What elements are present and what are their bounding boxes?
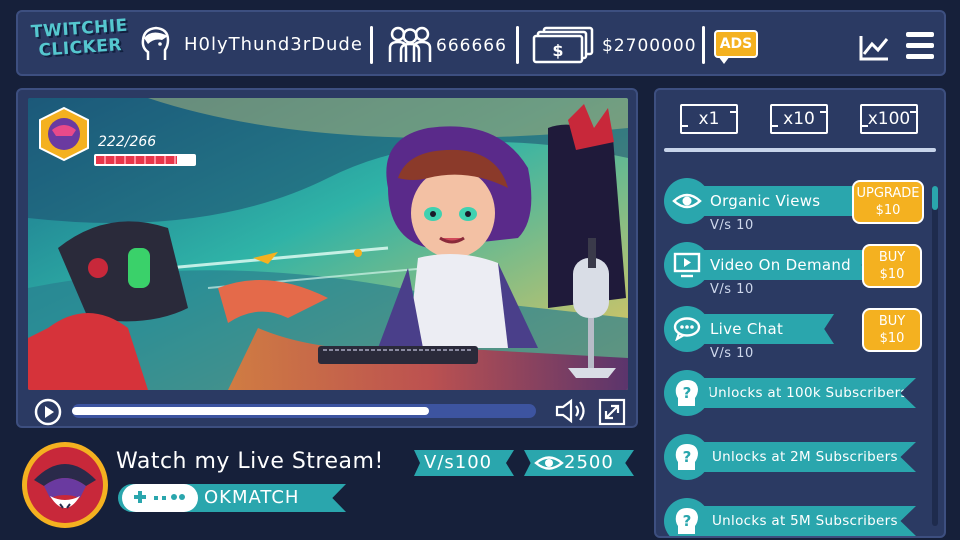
streamer-mini-avatar bbox=[39, 106, 89, 162]
video-progress-bar[interactable] bbox=[72, 404, 536, 418]
locked-upgrade-item: Unlocks at 2M Subscribers ? bbox=[664, 434, 926, 494]
top-bar: TWITCHIE CLICKER H0lyThund3rDude 666666 … bbox=[16, 10, 946, 76]
username: H0lyThund3rDude bbox=[184, 34, 363, 55]
game-logo: TWITCHIE CLICKER bbox=[30, 16, 129, 72]
menu-icon[interactable] bbox=[906, 32, 934, 62]
button-label: UPGRADE bbox=[856, 186, 920, 201]
menu-line bbox=[906, 54, 934, 59]
menu-line bbox=[906, 32, 934, 37]
video-panel: 222/266 bbox=[16, 88, 638, 428]
chat-icon bbox=[673, 317, 701, 341]
subscribers-icon bbox=[388, 26, 432, 62]
upgrade-item-organic-views: Organic Views V/s 10 UPGRADE $10 bbox=[664, 178, 926, 238]
upgrade-name: Video On Demand bbox=[694, 250, 874, 280]
eye-icon bbox=[534, 456, 564, 470]
upgrade-item-video-on-demand: Video On Demand V/s 10 BUY $10 bbox=[664, 242, 926, 302]
locked-upgrade-item: Unlocks at 100k Subscribers ? bbox=[664, 370, 926, 430]
play-icon[interactable] bbox=[34, 398, 62, 426]
unlock-requirement: Unlocks at 2M Subscribers bbox=[694, 442, 916, 472]
video-progress-fill bbox=[72, 407, 430, 415]
button-label: BUY bbox=[878, 250, 906, 265]
locked-upgrade-item: Unlocks at 5M Subscribers ? bbox=[664, 498, 926, 536]
stream-title: Watch my Live Stream! bbox=[116, 449, 384, 474]
video-screen[interactable]: 222/266 bbox=[28, 98, 628, 390]
upgrade-panel: x1 x10 x100 Organic Views V/s 10 UPGRADE… bbox=[654, 88, 946, 538]
ads-bubble-tail bbox=[718, 56, 730, 64]
buy-button-live-chat[interactable]: BUY $10 bbox=[862, 308, 922, 352]
buy-button-video-on-demand[interactable]: BUY $10 bbox=[862, 244, 922, 288]
video-icon bbox=[673, 252, 701, 278]
menu-line bbox=[906, 43, 934, 48]
button-price: $10 bbox=[879, 331, 905, 346]
lock-question-icon: ? bbox=[675, 508, 698, 534]
fullscreen-icon[interactable] bbox=[598, 398, 626, 426]
upgrade-item-live-chat: Live Chat V/s 10 BUY $10 bbox=[664, 306, 926, 366]
upgrade-list-scrollbar[interactable] bbox=[932, 186, 938, 526]
game-name: OKMATCH bbox=[204, 487, 300, 508]
divider bbox=[664, 148, 936, 152]
button-price: $10 bbox=[879, 267, 905, 282]
hp-bar-fill bbox=[96, 156, 178, 164]
separator bbox=[516, 26, 519, 64]
lock-question-icon: ? bbox=[675, 380, 698, 406]
multiplier-x1-button[interactable]: x1 bbox=[680, 104, 738, 134]
scrollbar-thumb[interactable] bbox=[932, 186, 938, 210]
unlock-requirement: Unlocks at 5M Subscribers bbox=[694, 506, 916, 536]
upgrade-name: Live Chat bbox=[694, 314, 834, 344]
views-per-second-badge: V/s100 bbox=[414, 450, 514, 476]
logo-line-2: CLICKER bbox=[37, 35, 123, 61]
svg-text:?: ? bbox=[683, 512, 692, 530]
upgrade-rate: V/s 10 bbox=[710, 282, 754, 297]
upgrade-name: Organic Views bbox=[694, 186, 872, 216]
eye-icon bbox=[672, 193, 702, 209]
unlock-requirement: Unlocks at 100k Subscribers bbox=[694, 378, 916, 408]
upgrade-rate: V/s 10 bbox=[710, 346, 754, 361]
streamer-avatar bbox=[22, 442, 108, 528]
video-controls bbox=[28, 392, 628, 426]
gamepad-icon bbox=[122, 484, 198, 512]
multiplier-x10-button[interactable]: x10 bbox=[770, 104, 828, 134]
svg-text:?: ? bbox=[683, 384, 692, 402]
svg-text:?: ? bbox=[683, 448, 692, 466]
hp-bar bbox=[94, 154, 196, 166]
lock-question-icon: ? bbox=[675, 444, 698, 470]
subscriber-count: 666666 bbox=[436, 36, 507, 56]
button-label: BUY bbox=[878, 314, 906, 329]
multiplier-x100-button[interactable]: x100 bbox=[860, 104, 918, 134]
upgrade-button-organic-views[interactable]: UPGRADE $10 bbox=[852, 180, 924, 224]
hp-text: 222/266 bbox=[98, 134, 157, 150]
money-icon: $ bbox=[532, 26, 594, 64]
ads-button[interactable]: ADS bbox=[714, 30, 758, 58]
user-head-icon bbox=[141, 26, 170, 60]
button-price: $10 bbox=[875, 203, 901, 218]
separator bbox=[370, 26, 373, 64]
volume-icon[interactable] bbox=[554, 398, 588, 424]
stats-chart-icon[interactable] bbox=[858, 34, 890, 62]
separator bbox=[702, 26, 705, 64]
upgrade-rate: V/s 10 bbox=[710, 218, 754, 233]
svg-text:$: $ bbox=[552, 41, 563, 60]
money-count: $2700000 bbox=[602, 36, 697, 56]
